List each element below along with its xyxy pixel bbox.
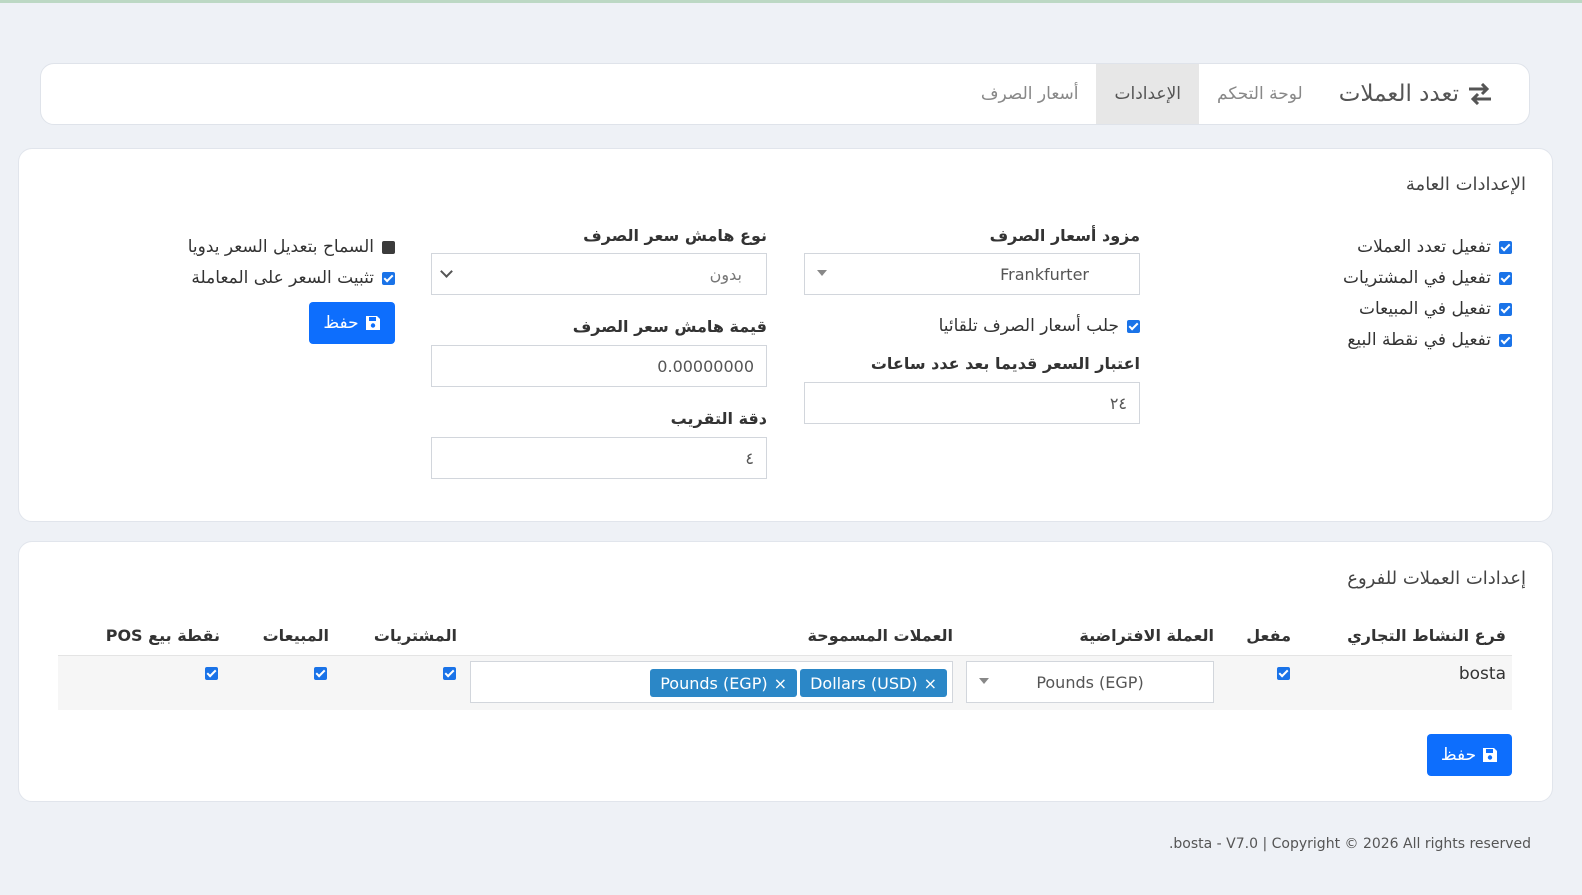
dropdown-arrow-icon [979,678,989,684]
enable-pos-row[interactable]: تفعيل في نقطة البيع [1347,330,1512,350]
remove-tag-icon[interactable]: × [774,674,787,693]
lock-rate-checkbox[interactable] [382,271,395,285]
auto-fetch-row[interactable]: جلب أسعار الصرف تلقائيا [939,316,1140,336]
stale-hours-input[interactable]: ٢٤ [804,382,1140,424]
currency-tag-egp: Pounds (EGP) × [650,669,797,697]
remove-tag-icon[interactable]: × [924,674,937,693]
col-allowed-currencies: العملات المسموحة [807,626,953,645]
footer-copyright: .bosta - V7.0 | Copyright © 2026 All rig… [1168,836,1531,852]
allow-manual-checkbox[interactable] [382,240,395,254]
enable-multicurrency-checkbox[interactable] [1499,240,1512,254]
provider-label: مزود أسعار الصرف [989,226,1140,245]
default-currency-value: Pounds (EGP) [1036,672,1144,692]
save-general-label: حفظ [323,313,359,333]
brand[interactable]: تعدد العملات [1321,64,1529,124]
branch-settings-title: إعدادات العملات للفروع [1347,568,1526,589]
col-branch: فرع النشاط التجاري [1347,626,1506,645]
chevron-down-icon [440,265,453,278]
enable-multicurrency-row[interactable]: تفعيل تعدد العملات [1357,237,1512,257]
margin-value: 0.00000000 [657,356,754,376]
margin-type-select[interactable]: بدون [431,253,767,295]
save-branches-label: حفظ [1440,745,1477,765]
tab-dashboard[interactable]: لوحة التحكم [1199,64,1321,124]
col-default-currency: العملة الافتراضية [1079,626,1214,645]
col-pos: نقطة بيع POS [105,626,220,645]
col-enabled: مفعل [1246,626,1291,645]
margin-value-input[interactable]: 0.00000000 [431,345,767,387]
default-currency-select[interactable]: Pounds (EGP) [966,661,1214,703]
floppy-disk-icon [1483,748,1498,762]
branch-pos-checkbox[interactable] [205,667,218,680]
floppy-disk-icon [365,316,380,330]
enable-pos-checkbox[interactable] [1499,333,1512,347]
tab-settings[interactable]: الإعدادات [1096,64,1199,124]
enable-purchases-row[interactable]: تفعيل في المشتريات [1343,268,1512,288]
enable-sales-checkbox[interactable] [1499,302,1512,316]
general-settings-card [18,148,1553,522]
branch-enabled-checkbox[interactable] [1277,667,1290,680]
general-settings-title: الإعدادات العامة [1405,174,1526,195]
allow-manual-label: السماح بتعديل السعر يدويا [187,237,374,257]
provider-value: Frankfurter [1000,264,1089,284]
enable-sales-label: تفعيل في المبيعات [1358,299,1491,319]
rounding-input[interactable]: ٤ [431,437,767,479]
margin-type-value: بدون [709,264,742,284]
currency-tag-usd-label: Dollars (USD) [810,673,918,693]
exchange-arrows-icon [1469,83,1491,105]
stale-hours-label: اعتبار السعر قديما بعد عدد ساعات [870,354,1140,373]
currency-tag-egp-label: Pounds (EGP) [660,673,768,693]
auto-fetch-label: جلب أسعار الصرف تلقائيا [938,316,1119,336]
col-purchases: المشتريات [373,626,457,645]
enable-sales-row[interactable]: تفعيل في المبيعات [1359,299,1512,319]
enable-pos-label: تفعيل في نقطة البيع [1347,330,1491,350]
enable-purchases-checkbox[interactable] [1499,271,1512,285]
dropdown-arrow-icon [817,270,827,276]
top-accent-line [0,0,1582,3]
margin-type-label: نوع هامش سعر الصرف [583,226,767,245]
lock-rate-label: تثبيت السعر على المعاملة [191,268,374,288]
top-navbar: تعدد العملات لوحة التحكم الإعدادات أسعار… [40,63,1530,125]
col-sales: المبيعات [262,626,329,645]
allow-manual-row[interactable]: السماح بتعديل السعر يدويا [188,237,395,257]
enable-purchases-label: تفعيل في المشتريات [1343,268,1491,288]
save-general-button[interactable]: حفظ [309,302,395,344]
provider-select[interactable]: Frankfurter [804,253,1140,295]
stale-hours-value: ٢٤ [1109,393,1127,413]
tab-exchange-rates[interactable]: أسعار الصرف [963,64,1097,124]
save-branches-button[interactable]: حفظ [1427,734,1512,776]
rounding-value: ٤ [745,448,754,468]
currency-tag-usd: Dollars (USD) × [800,669,947,697]
enable-multicurrency-label: تفعيل تعدد العملات [1357,237,1491,257]
branch-name: bosta [1458,664,1506,684]
branch-purchases-checkbox[interactable] [443,667,456,680]
brand-title: تعدد العملات [1338,81,1459,107]
auto-fetch-checkbox[interactable] [1127,319,1140,333]
rounding-label: دقة التقريب [670,409,767,428]
margin-value-label: قيمة هامش سعر الصرف [572,317,767,336]
lock-rate-row[interactable]: تثبيت السعر على المعاملة [191,268,395,288]
branch-sales-checkbox[interactable] [314,667,327,680]
